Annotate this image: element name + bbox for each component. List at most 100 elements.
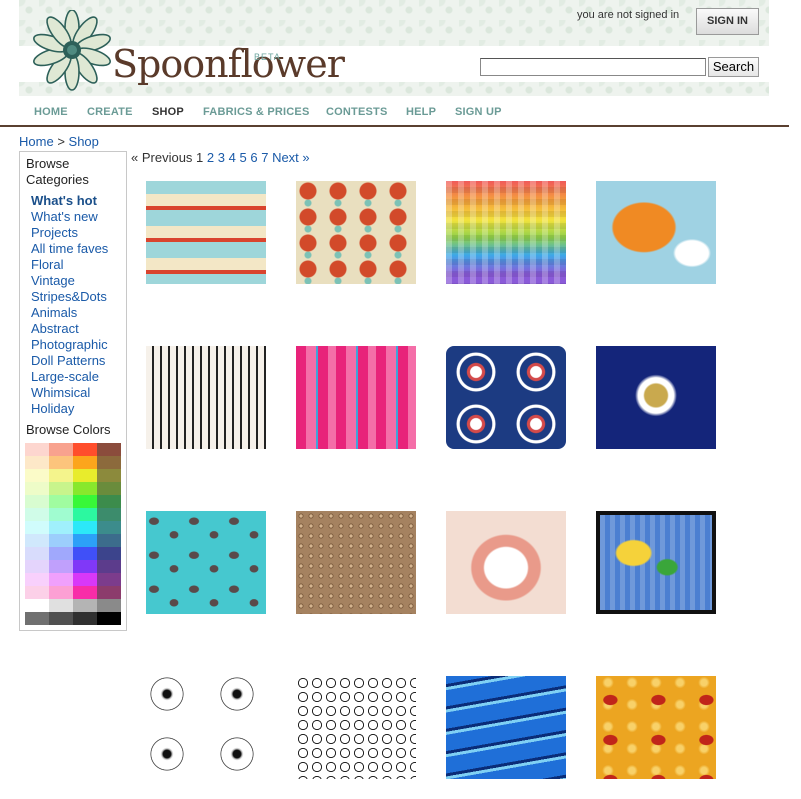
color-swatch[interactable] bbox=[97, 495, 121, 508]
category-holiday[interactable]: Holiday bbox=[31, 401, 108, 417]
fabric-thumbnail-octopus-plush[interactable] bbox=[596, 181, 716, 284]
category-whats-hot[interactable]: What's hot bbox=[31, 193, 108, 209]
color-swatch[interactable] bbox=[49, 599, 73, 612]
fabric-thumbnail-vintage-trailers[interactable] bbox=[146, 181, 266, 284]
nav-fabrics-prices[interactable]: FABRICS & PRICES bbox=[203, 106, 310, 118]
color-swatch[interactable] bbox=[49, 482, 73, 495]
nav-contests[interactable]: CONTESTS bbox=[326, 106, 388, 118]
category-large-scale[interactable]: Large-scale bbox=[31, 369, 108, 385]
color-swatch[interactable] bbox=[49, 560, 73, 573]
color-swatch[interactable] bbox=[25, 573, 49, 586]
color-swatch[interactable] bbox=[73, 560, 97, 573]
pager-page-7[interactable]: 7 bbox=[261, 150, 268, 165]
pager-page-4[interactable]: 4 bbox=[229, 150, 236, 165]
color-swatch[interactable] bbox=[97, 586, 121, 599]
fabric-thumbnail-sock-monkeys[interactable] bbox=[146, 511, 266, 614]
sign-in-button[interactable]: SIGN IN bbox=[696, 8, 759, 35]
color-swatch[interactable] bbox=[73, 456, 97, 469]
category-animals[interactable]: Animals bbox=[31, 305, 108, 321]
category-projects[interactable]: Projects bbox=[31, 225, 108, 241]
pager-page-2[interactable]: 2 bbox=[207, 150, 214, 165]
color-swatch[interactable] bbox=[97, 521, 121, 534]
color-swatch[interactable] bbox=[73, 508, 97, 521]
breadcrumb-shop[interactable]: Shop bbox=[69, 134, 99, 149]
color-swatch[interactable] bbox=[97, 547, 121, 560]
color-swatch[interactable] bbox=[49, 508, 73, 521]
spoonflower-logo[interactable]: Spoonflower BETA bbox=[28, 10, 345, 96]
pager-page-6[interactable]: 6 bbox=[250, 150, 257, 165]
color-swatch[interactable] bbox=[25, 547, 49, 560]
color-swatch[interactable] bbox=[25, 560, 49, 573]
color-swatch[interactable] bbox=[49, 586, 73, 599]
color-swatch[interactable] bbox=[73, 521, 97, 534]
color-swatch[interactable] bbox=[73, 495, 97, 508]
search-input[interactable] bbox=[480, 58, 706, 76]
color-swatch[interactable] bbox=[49, 495, 73, 508]
search-button[interactable]: Search bbox=[708, 57, 759, 77]
color-swatch[interactable] bbox=[97, 534, 121, 547]
color-swatch[interactable] bbox=[25, 508, 49, 521]
category-all-time-faves[interactable]: All time faves bbox=[31, 241, 108, 257]
color-swatch[interactable] bbox=[73, 612, 97, 625]
color-swatch[interactable] bbox=[49, 547, 73, 560]
pager-page-3[interactable]: 3 bbox=[218, 150, 225, 165]
color-swatch[interactable] bbox=[97, 443, 121, 456]
fabric-thumbnail-pink-patchwork[interactable] bbox=[296, 346, 416, 449]
category-whats-new[interactable]: What's new bbox=[31, 209, 108, 225]
color-swatch[interactable] bbox=[25, 482, 49, 495]
fabric-thumbnail-doll-pattern[interactable] bbox=[146, 346, 266, 449]
category-vintage[interactable]: Vintage bbox=[31, 273, 108, 289]
color-swatch[interactable] bbox=[97, 560, 121, 573]
fabric-thumbnail-apron-pattern[interactable] bbox=[446, 511, 566, 614]
color-swatch[interactable] bbox=[25, 456, 49, 469]
color-swatch[interactable] bbox=[25, 612, 49, 625]
color-swatch[interactable] bbox=[49, 573, 73, 586]
fabric-thumbnail-hearts-tile[interactable] bbox=[446, 346, 566, 449]
fabric-thumbnail-rainbow-patchwork[interactable] bbox=[446, 181, 566, 284]
color-swatch[interactable] bbox=[25, 469, 49, 482]
category-abstract[interactable]: Abstract bbox=[31, 321, 108, 337]
color-swatch[interactable] bbox=[97, 482, 121, 495]
color-swatch[interactable] bbox=[73, 534, 97, 547]
color-swatch[interactable] bbox=[25, 443, 49, 456]
color-swatch[interactable] bbox=[25, 599, 49, 612]
color-swatch[interactable] bbox=[49, 443, 73, 456]
color-swatch[interactable] bbox=[97, 573, 121, 586]
nav-home[interactable]: HOME bbox=[34, 106, 68, 118]
color-swatch[interactable] bbox=[49, 469, 73, 482]
fabric-thumbnail-bw-flowers[interactable] bbox=[146, 676, 266, 779]
color-swatch[interactable] bbox=[25, 534, 49, 547]
color-swatch[interactable] bbox=[73, 573, 97, 586]
color-swatch[interactable] bbox=[73, 599, 97, 612]
color-swatch[interactable] bbox=[73, 469, 97, 482]
category-floral[interactable]: Floral bbox=[31, 257, 108, 273]
fabric-thumbnail-brown-geometric[interactable] bbox=[296, 511, 416, 614]
pager-page-5[interactable]: 5 bbox=[239, 150, 246, 165]
nav-shop[interactable]: SHOP bbox=[152, 106, 184, 118]
color-swatch[interactable] bbox=[25, 495, 49, 508]
color-swatch[interactable] bbox=[73, 482, 97, 495]
fabric-thumbnail-toadstools[interactable] bbox=[296, 181, 416, 284]
color-swatch[interactable] bbox=[97, 612, 121, 625]
color-swatch[interactable] bbox=[25, 521, 49, 534]
color-swatch[interactable] bbox=[49, 612, 73, 625]
pager-next[interactable]: Next » bbox=[272, 150, 310, 165]
color-swatch[interactable] bbox=[49, 534, 73, 547]
fabric-thumbnail-bicycles[interactable] bbox=[296, 676, 416, 779]
color-swatch[interactable] bbox=[49, 456, 73, 469]
nav-create[interactable]: CREATE bbox=[87, 106, 133, 118]
category-doll-patterns[interactable]: Doll Patterns bbox=[31, 353, 108, 369]
category-photographic[interactable]: Photographic bbox=[31, 337, 108, 353]
color-swatch[interactable] bbox=[97, 508, 121, 521]
color-swatch[interactable] bbox=[73, 443, 97, 456]
color-swatch[interactable] bbox=[73, 586, 97, 599]
fabric-thumbnail-crest-bandana[interactable] bbox=[596, 346, 716, 449]
color-swatch[interactable] bbox=[49, 521, 73, 534]
category-stripes-dots[interactable]: Stripes&Dots bbox=[31, 289, 108, 305]
fabric-thumbnail-blue-waves[interactable] bbox=[446, 676, 566, 779]
color-swatch[interactable] bbox=[97, 456, 121, 469]
nav-sign-up[interactable]: SIGN UP bbox=[455, 106, 502, 118]
color-swatch[interactable] bbox=[25, 586, 49, 599]
fabric-thumbnail-world-map[interactable] bbox=[596, 511, 716, 614]
color-swatch[interactable] bbox=[73, 547, 97, 560]
